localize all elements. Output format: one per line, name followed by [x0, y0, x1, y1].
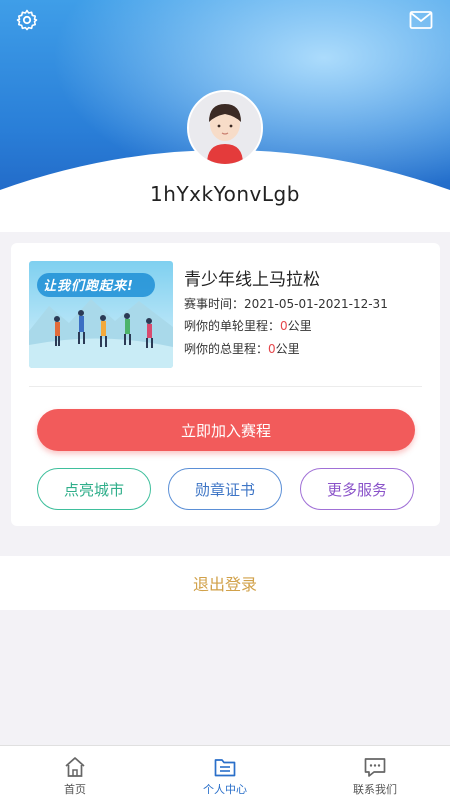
event-banner-image[interactable]: 让我们跑起来!: [29, 261, 173, 368]
bottom-tab-bar: 首页 个人中心 联系我们: [0, 745, 450, 800]
event-time-value: 2021-05-01-2021-12-31: [244, 297, 388, 311]
light-city-button[interactable]: 点亮城市: [37, 468, 151, 510]
logout-button[interactable]: 退出登录: [0, 556, 450, 610]
tab-contact-us[interactable]: 联系我们: [300, 746, 450, 800]
tab-personal-center[interactable]: 个人中心: [150, 746, 300, 800]
more-services-button[interactable]: 更多服务: [300, 468, 414, 510]
event-banner-text: 让我们跑起来!: [43, 279, 134, 294]
profile-header: 1hYxkYonvLgb: [0, 0, 450, 232]
chat-icon: [364, 758, 386, 777]
divider: [29, 386, 422, 387]
event-card: 让我们跑起来! 青少年线上马拉松 赛事时间：2021-05-01-2021-12…: [11, 243, 440, 526]
total-distance-unit: 公里: [275, 342, 300, 356]
folder-icon: [214, 759, 236, 777]
total-distance-label: 咧你的总里程：: [184, 342, 269, 356]
tab-personal-center-label: 个人中心: [203, 783, 247, 796]
event-time: 赛事时间：2021-05-01-2021-12-31: [184, 295, 388, 312]
total-distance-value: 0: [268, 342, 276, 356]
settings-gear-icon[interactable]: [13, 6, 41, 34]
tab-home-label: 首页: [64, 783, 86, 796]
event-single-distance: 咧你的单轮里程：0公里: [184, 317, 312, 334]
tab-contact-us-label: 联系我们: [353, 783, 397, 796]
medal-certificate-button[interactable]: 勋章证书: [168, 468, 282, 510]
event-title: 青少年线上马拉松: [184, 270, 320, 290]
home-icon: [65, 757, 85, 777]
single-distance-unit: 公里: [287, 319, 312, 333]
event-time-label: 赛事时间：: [184, 297, 245, 311]
tab-home[interactable]: 首页: [0, 746, 150, 800]
avatar[interactable]: [187, 90, 263, 166]
single-distance-label: 咧你的单轮里程：: [184, 319, 281, 333]
username: 1hYxkYonvLgb: [150, 182, 300, 206]
join-event-button[interactable]: 立即加入赛程: [37, 409, 415, 451]
single-distance-value: 0: [280, 319, 288, 333]
event-total-distance: 咧你的总里程：0公里: [184, 340, 300, 357]
mail-icon[interactable]: [407, 6, 435, 34]
avatar-icon: [189, 92, 261, 164]
